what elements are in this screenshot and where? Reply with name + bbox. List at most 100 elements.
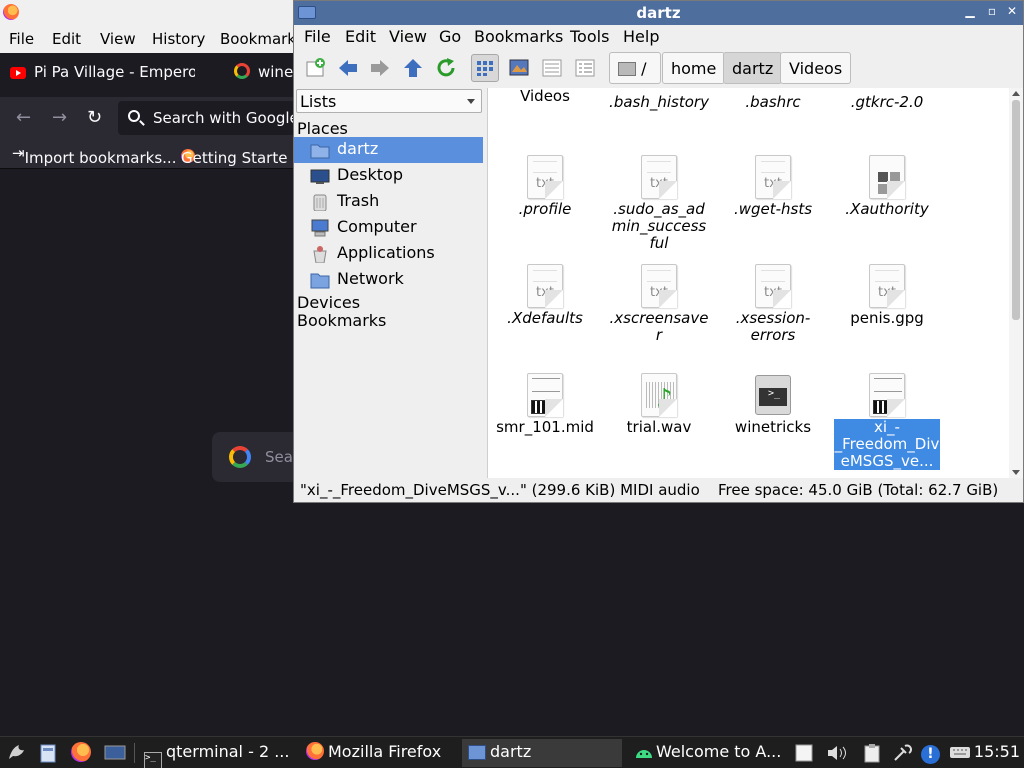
scroll-down-icon[interactable] — [1012, 470, 1020, 475]
midi-file-icon — [869, 373, 905, 417]
breadcrumb-videos[interactable]: Videos — [780, 52, 852, 84]
taskbar-item-qterminal[interactable]: >_ qterminal - 2 ... — [138, 739, 298, 768]
file-item[interactable]: .bashrc — [716, 88, 830, 111]
file-name: .Xauthority — [845, 200, 929, 218]
file-item[interactable]: ♪ trial.wav — [602, 373, 716, 436]
firefox-launcher-icon[interactable] — [71, 742, 91, 768]
text-file-icon: txt — [755, 264, 791, 308]
task-label: Welcome to A... — [656, 742, 782, 761]
text-file-icon: txt — [641, 264, 677, 308]
detailed-view-icon[interactable] — [571, 54, 599, 82]
file-item[interactable]: smr_101.mid — [488, 373, 602, 436]
clipboard-icon[interactable] — [862, 743, 882, 768]
maximize-icon[interactable]: ▫ — [984, 4, 1000, 18]
file-item[interactable]: txt .xscreensaver — [602, 264, 716, 344]
back-icon[interactable] — [334, 54, 362, 82]
sidebar-item-computer[interactable]: Computer — [294, 215, 483, 241]
breadcrumb-root[interactable]: / — [609, 52, 661, 84]
file-manager-window: dartz ▁ ▫ ✕ File Edit View Go Bookmarks … — [293, 0, 1024, 503]
scrollbar-thumb[interactable] — [1012, 100, 1020, 320]
places-header[interactable]: Places — [297, 119, 348, 138]
keyboard-icon[interactable] — [949, 745, 971, 768]
file-item[interactable]: txt .sudo_as_admin_successful — [602, 155, 716, 252]
file-item[interactable]: .Xauthority — [830, 155, 944, 218]
file-name: .profile — [518, 200, 572, 218]
menu-edit[interactable]: Edit — [345, 27, 376, 46]
menu-file[interactable]: File — [304, 27, 331, 46]
file-item[interactable]: txt .Xdefaults — [488, 264, 602, 327]
file-name: .bashrc — [745, 93, 801, 111]
file-item[interactable]: txt .wget-hsts — [716, 155, 830, 218]
breadcrumb-label: dartz — [732, 59, 774, 78]
breadcrumb-home[interactable]: home — [662, 52, 726, 84]
update-notification-icon[interactable]: ! — [921, 743, 940, 768]
audio-file-icon: ♪ — [641, 373, 677, 417]
thumbnail-view-icon[interactable] — [505, 54, 533, 82]
file-item[interactable]: .gtkrc-2.0 — [830, 88, 944, 111]
url-placeholder: Search with Google — [153, 109, 299, 127]
notes-tray-icon[interactable] — [794, 743, 814, 768]
icon-view-icon[interactable] — [471, 54, 499, 82]
forward-arrow-icon[interactable]: → — [52, 107, 67, 128]
sidebar-item-trash[interactable]: Trash — [294, 189, 483, 215]
ff-menu-view[interactable]: View — [100, 30, 136, 48]
text-file-icon: txt — [869, 264, 905, 308]
close-icon[interactable]: ✕ — [1004, 4, 1020, 18]
file-item[interactable]: txt .profile — [488, 155, 602, 218]
minimize-icon[interactable]: ▁ — [962, 4, 978, 18]
file-item[interactable]: txt penis.gpg — [830, 264, 944, 327]
terminal-icon: >_ — [144, 752, 162, 768]
devices-header[interactable]: Devices — [297, 293, 360, 312]
url-bar[interactable]: Search with Google — [118, 101, 300, 135]
vertical-scrollbar[interactable] — [1009, 88, 1023, 478]
reload-icon[interactable]: ↻ — [87, 107, 102, 128]
ff-menu-file[interactable]: File — [9, 30, 34, 48]
menu-help[interactable]: Help — [623, 27, 659, 46]
sidebar-item-applications[interactable]: Applications — [294, 241, 483, 267]
menu-view[interactable]: View — [389, 27, 427, 46]
tab-youtube[interactable]: Pi Pa Village - Emperor: R — [10, 63, 195, 87]
sidebar-item-label: Applications — [337, 243, 435, 262]
breadcrumb-dartz[interactable]: dartz — [723, 52, 783, 84]
clock[interactable]: 15:51 — [974, 742, 1020, 761]
ff-menu-history[interactable]: History — [152, 30, 205, 48]
midi-file-icon — [527, 373, 563, 417]
taskbar-item-firefox[interactable]: Mozilla Firefox — [300, 739, 458, 767]
window-titlebar[interactable]: dartz ▁ ▫ ✕ — [294, 1, 1023, 25]
back-arrow-icon[interactable]: ← — [16, 107, 31, 128]
file-icon-view[interactable]: Videos .bash_history .bashrc .gtkrc-2.0 … — [487, 88, 1009, 478]
sidebar-item-network[interactable]: Network — [294, 267, 483, 293]
file-item-selected[interactable]: xi_-_Freedom_DiveMSGS_ve... — [830, 373, 944, 470]
ff-menu-edit[interactable]: Edit — [52, 30, 81, 48]
taskbar-item-android[interactable]: Welcome to A... — [628, 739, 788, 767]
menu-go[interactable]: Go — [439, 27, 461, 46]
network-tools-icon[interactable] — [892, 743, 914, 768]
newtab-search-box[interactable]: Sear — [212, 432, 302, 482]
menu-tools[interactable]: Tools — [570, 27, 609, 46]
folder-icon — [468, 745, 486, 760]
taskbar-item-dartz[interactable]: dartz — [462, 739, 622, 767]
desktop-launcher-icon[interactable] — [104, 743, 126, 768]
start-menu-icon[interactable] — [5, 741, 27, 768]
ff-menu-bookmarks[interactable]: Bookmarks — [220, 30, 304, 48]
file-item[interactable]: Videos — [488, 88, 602, 105]
sidebar-mode-dropdown[interactable]: Lists — [296, 89, 482, 113]
scroll-up-icon[interactable] — [1012, 91, 1020, 96]
forward-icon[interactable] — [366, 54, 394, 82]
file-item[interactable]: .bash_history — [602, 88, 716, 111]
sidebar-item-desktop[interactable]: Desktop — [294, 163, 483, 189]
file-item[interactable]: >_ winetricks — [716, 373, 830, 436]
menu-bookmarks[interactable]: Bookmarks — [474, 27, 563, 46]
compact-view-icon[interactable] — [538, 54, 566, 82]
volume-icon[interactable] — [826, 743, 848, 768]
file-item[interactable]: txt .xsession-errors — [716, 264, 830, 344]
up-icon[interactable] — [399, 54, 427, 82]
reload-icon[interactable] — [432, 54, 460, 82]
bookmarks-header[interactable]: Bookmarks — [297, 311, 386, 330]
bookmark-import[interactable]: ⇥ Import bookmarks... — [12, 144, 176, 167]
file-manager-launcher-icon[interactable] — [38, 743, 58, 768]
file-name: winetricks — [734, 418, 812, 436]
new-tab-icon[interactable] — [301, 54, 329, 82]
tab-google[interactable]: wine- — [234, 63, 300, 87]
sidebar-item-dartz[interactable]: dartz — [294, 137, 483, 163]
